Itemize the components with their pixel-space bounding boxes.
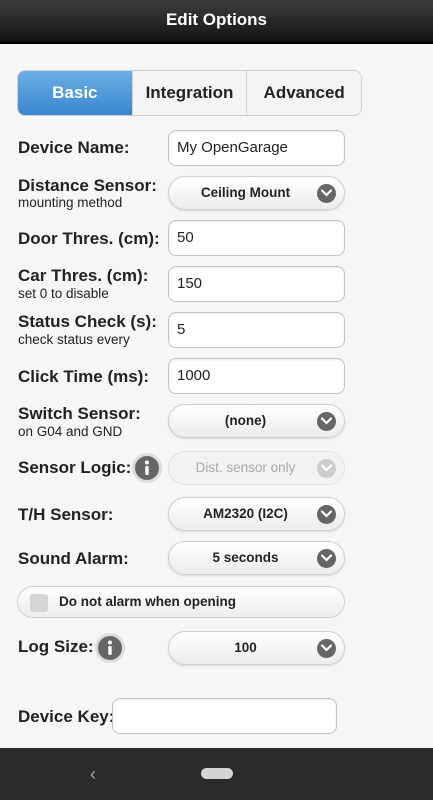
info-icon[interactable]: [135, 456, 159, 480]
device-key-label: Device Key:: [18, 707, 115, 726]
header-bar: Edit Options: [0, 0, 433, 44]
door-threshold-input[interactable]: 50: [168, 220, 345, 256]
switch-sensor-value: (none): [224, 413, 267, 428]
car-threshold-sublabel: set 0 to disable: [18, 286, 109, 301]
sensor-logic-value: Dist. sensor only: [195, 460, 296, 475]
distance-sensor-sublabel: mounting method: [18, 195, 123, 210]
status-check-label: Status Check (s):: [18, 312, 157, 331]
no-alarm-opening-toggle[interactable]: Do not alarm when opening: [17, 586, 345, 618]
sensor-logic-label: Sensor Logic:: [18, 458, 132, 477]
back-chevron-icon[interactable]: ‹: [90, 764, 96, 785]
chevron-down-icon: [317, 459, 336, 478]
log-size-label: Log Size:: [18, 637, 94, 656]
sound-alarm-select[interactable]: 5 seconds: [168, 541, 345, 575]
switch-sensor-select[interactable]: (none): [168, 404, 345, 438]
distance-sensor-value: Ceiling Mount: [200, 185, 291, 200]
status-check-input[interactable]: 5: [168, 312, 345, 348]
log-size-select[interactable]: 100: [168, 631, 345, 665]
page-title: Edit Options: [165, 10, 268, 29]
chevron-down-icon: [317, 549, 336, 568]
chevron-down-icon: [317, 505, 336, 524]
device-name-input[interactable]: My OpenGarage: [168, 130, 345, 166]
sound-alarm-label: Sound Alarm:: [18, 549, 129, 568]
device-name-label: Device Name:: [18, 138, 130, 157]
th-sensor-label: T/H Sensor:: [18, 505, 114, 524]
checkbox-icon[interactable]: [30, 594, 48, 612]
distance-sensor-label: Distance Sensor:: [18, 176, 157, 195]
door-threshold-label: Door Thres. (cm):: [18, 229, 160, 248]
tab-basic[interactable]: Basic: [18, 71, 132, 115]
sensor-logic-select: Dist. sensor only: [168, 451, 345, 485]
car-threshold-input[interactable]: 150: [168, 266, 345, 302]
car-threshold-label: Car Thres. (cm):: [18, 266, 149, 285]
chevron-down-icon: [317, 184, 336, 203]
th-sensor-select[interactable]: AM2320 (I2C): [168, 497, 345, 531]
tab-integration[interactable]: Integration: [131, 71, 247, 115]
click-time-label: Click Time (ms):: [18, 367, 150, 386]
options-tabs: Basic Integration Advanced: [17, 70, 362, 116]
tab-advanced[interactable]: Advanced: [246, 71, 361, 115]
device-key-input[interactable]: [112, 698, 337, 734]
info-icon[interactable]: [98, 636, 122, 660]
status-check-sublabel: check status every: [18, 332, 130, 347]
chevron-down-icon: [317, 412, 336, 431]
th-sensor-value: AM2320 (I2C): [203, 506, 288, 521]
log-size-value: 100: [234, 640, 257, 655]
sound-alarm-value: 5 seconds: [212, 550, 279, 565]
system-nav-bar: ‹: [0, 748, 433, 800]
switch-sensor-label: Switch Sensor:: [18, 404, 141, 423]
chevron-down-icon: [317, 639, 336, 658]
home-pill-icon[interactable]: [201, 768, 233, 779]
no-alarm-opening-label: Do not alarm when opening: [59, 594, 237, 609]
distance-sensor-select[interactable]: Ceiling Mount: [168, 176, 345, 210]
click-time-input[interactable]: 1000: [168, 358, 345, 394]
switch-sensor-sublabel: on G04 and GND: [18, 424, 123, 439]
